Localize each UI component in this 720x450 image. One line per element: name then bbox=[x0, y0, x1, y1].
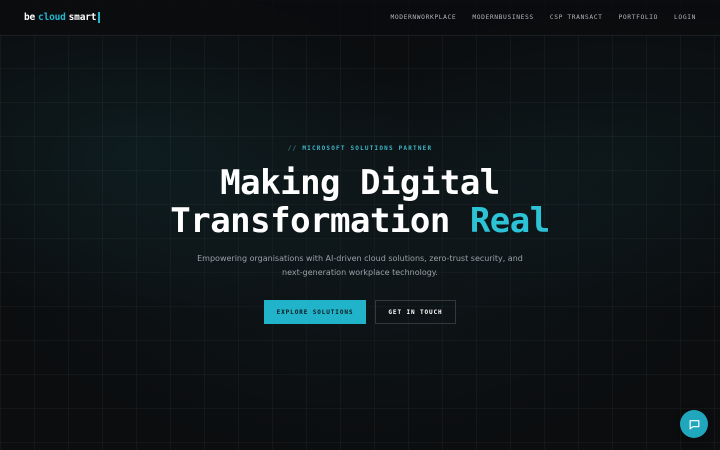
nav-item-modernbusiness[interactable]: MODERNBUSINESS bbox=[472, 14, 533, 21]
logo-cursor bbox=[98, 12, 100, 23]
nav-item-modernworkplace[interactable]: MODERNWORKPLACE bbox=[390, 14, 456, 21]
brand-logo[interactable]: be cloud smart bbox=[24, 12, 100, 23]
nav-item-portfolio[interactable]: PORTFOLIO bbox=[619, 14, 659, 21]
chat-button[interactable] bbox=[680, 410, 708, 438]
nav-item-login[interactable]: LOGIN bbox=[674, 14, 696, 21]
site-header: be cloud smart MODERNWORKPLACE MODERNBUS… bbox=[0, 0, 720, 36]
eyebrow-text: MICROSOFT SOLUTIONS PARTNER bbox=[302, 145, 433, 152]
headline-accent-word: Real bbox=[469, 201, 550, 241]
headline-main-word: Transformation bbox=[170, 201, 450, 241]
headline-line-1: Making Digital bbox=[220, 163, 500, 203]
hero-cta-group: EXPLORE SOLUTIONS GET IN TOUCH bbox=[0, 300, 720, 324]
hero-subtitle: Empowering organisations with AI-driven … bbox=[0, 252, 720, 280]
hero-eyebrow: // MICROSOFT SOLUTIONS PARTNER bbox=[0, 145, 720, 152]
logo-smart: smart bbox=[68, 12, 97, 23]
get-in-touch-button[interactable]: GET IN TOUCH bbox=[375, 300, 456, 324]
subtitle-line-2: next-generation workplace technology. bbox=[282, 268, 438, 277]
hero-section: // MICROSOFT SOLUTIONS PARTNER Making Dig… bbox=[0, 0, 720, 450]
explore-solutions-button[interactable]: EXPLORE SOLUTIONS bbox=[264, 300, 366, 324]
logo-be: be bbox=[24, 12, 36, 23]
eyebrow-slash: // bbox=[287, 145, 298, 152]
hero-headline: Making Digital Transformation Real bbox=[0, 164, 720, 240]
chat-bubble-icon bbox=[689, 419, 699, 429]
subtitle-line-1: Empowering organisations with AI-driven … bbox=[197, 254, 523, 263]
nav-item-csp-transact[interactable]: CSP TRANSACT bbox=[550, 14, 603, 21]
logo-cloud: cloud bbox=[38, 12, 66, 23]
main-nav: MODERNWORKPLACE MODERNBUSINESS CSP TRANS… bbox=[390, 14, 696, 21]
headline-line-2: Transformation Real bbox=[0, 202, 720, 240]
